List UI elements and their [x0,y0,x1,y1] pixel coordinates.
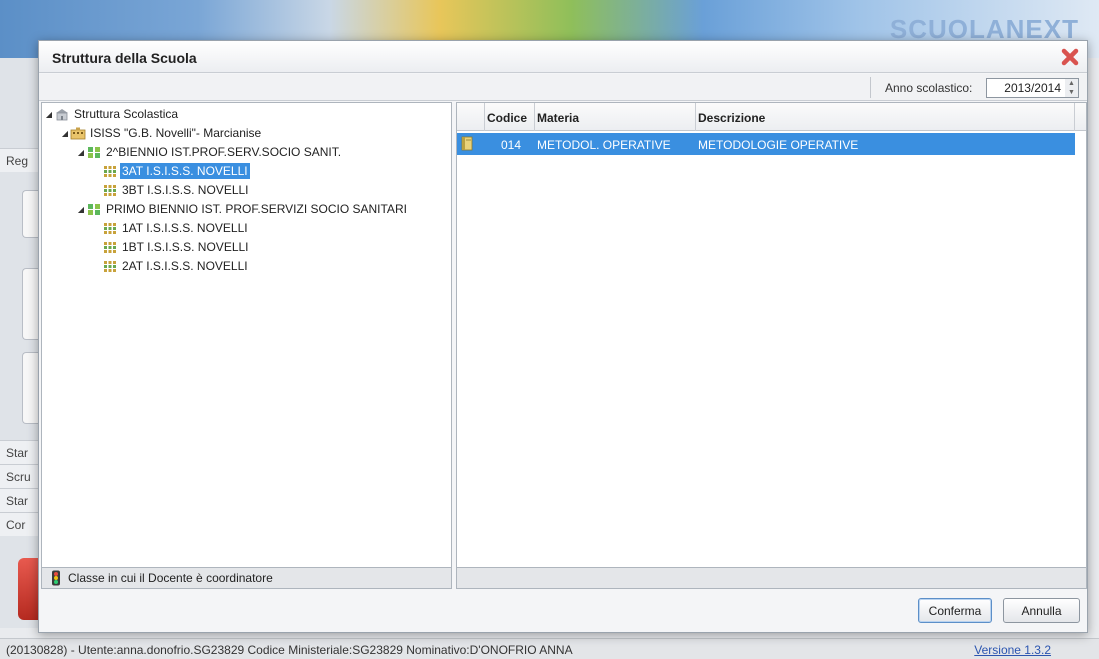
course-icon [86,202,102,216]
expand-arrow-icon[interactable]: ◢ [44,110,54,119]
background-tab[interactable]: Reg [0,148,40,172]
traffic-light-icon [50,570,62,586]
status-text: (20130828) - Utente:anna.donofrio.SG2382… [6,643,573,657]
tree-node-label: Struttura Scolastica [74,107,179,121]
column-header-descrizione[interactable]: Descrizione [696,103,1075,131]
spinner-up-icon[interactable]: ▲ [1068,80,1075,87]
tree-node-class[interactable]: 1AT I.S.I.S.S. NOVELLI [102,219,250,237]
tree-node-label: PRIMO BIENNIO IST. PROF.SERVIZI SOCIO SA… [106,202,407,216]
cell-descrizione: METODOLOGIE OPERATIVE [698,138,859,152]
coordinator-legend: Classe in cui il Docente è coordinatore [41,567,452,589]
school-year-label: Anno scolastico: [885,81,973,95]
table-footer [456,567,1087,589]
school-year-spinner[interactable]: ▲ ▼ [1065,78,1079,98]
spinner-down-icon[interactable]: ▼ [1068,89,1075,96]
column-header-codice[interactable]: Codice [485,103,535,131]
table-header: Codice Materia Descrizione [457,103,1086,131]
tree-node-label: ISISS "G.B. Novelli"- Marcianise [90,126,262,140]
tree-node-class-selected[interactable]: 3AT I.S.I.S.S. NOVELLI [102,162,250,180]
course-icon [86,145,102,159]
tree-node-class[interactable]: 2AT I.S.I.S.S. NOVELLI [102,257,250,275]
background-tab[interactable]: Cor [0,512,40,536]
column-header-materia[interactable]: Materia [535,103,696,131]
class-icon [102,221,118,235]
tree-node-class[interactable]: 3BT I.S.I.S.S. NOVELLI [102,181,251,199]
cell-codice: 014 [500,138,522,152]
background-tab[interactable]: Scru [0,464,40,488]
table-row[interactable]: 014 METODOL. OPERATIVE METODOLOGIE OPERA… [457,133,1075,155]
background-red-button [18,558,40,620]
class-icon [102,164,118,178]
close-icon[interactable] [1059,46,1081,68]
dialog-title: Struttura della Scuola [39,41,1087,73]
class-icon [102,259,118,273]
tree-node-label: 2^BIENNIO IST.PROF.SERV.SOCIO SANIT. [106,145,342,159]
tree-node-course[interactable]: ◢ 2^BIENNIO IST.PROF.SERV.SOCIO SANIT. [76,143,343,161]
tree-node-label: 2AT I.S.I.S.S. NOVELLI [122,259,248,273]
tree-node-label: 3AT I.S.I.S.S. NOVELLI [120,163,250,179]
structure-tree[interactable]: ◢ Struttura Scolastica ◢ ISISS "G.B. Nov… [41,102,452,589]
divider [870,77,871,98]
tree-node-class[interactable]: 1BT I.S.I.S.S. NOVELLI [102,238,251,256]
school-building-icon [54,107,70,121]
expand-arrow-icon[interactable]: ◢ [60,129,70,138]
cancel-button[interactable]: Annulla [1003,598,1080,623]
expand-arrow-icon[interactable]: ◢ [76,148,86,157]
tree-node-label: 1AT I.S.I.S.S. NOVELLI [122,221,248,235]
background-tab[interactable]: Star [0,488,40,512]
tree-node-label: 1BT I.S.I.S.S. NOVELLI [122,240,249,254]
subjects-table: Codice Materia Descrizione 014 METODOL. … [456,102,1087,589]
school-year-bar: Anno scolastico: ▲ ▼ [39,74,1087,101]
column-header-icon[interactable] [457,103,485,131]
class-icon [102,183,118,197]
confirm-button[interactable]: Conferma [918,598,992,623]
cell-materia: METODOL. OPERATIVE [537,138,671,152]
tree-node-institute[interactable]: ◢ ISISS "G.B. Novelli"- Marcianise [60,124,263,142]
status-bar: (20130828) - Utente:anna.donofrio.SG2382… [0,638,1099,659]
school-structure-dialog: Struttura della Scuola Anno scolastico: … [38,40,1088,633]
legend-text: Classe in cui il Docente è coordinatore [68,571,273,585]
tree-node-root[interactable]: ◢ Struttura Scolastica [44,105,180,123]
book-icon [461,136,474,154]
background-side-panel [0,58,40,628]
school-year-input[interactable] [986,78,1066,98]
expand-arrow-icon[interactable]: ◢ [76,205,86,214]
institute-icon [70,126,86,140]
version-link[interactable]: Versione 1.3.2 [974,643,1051,657]
tree-node-label: 3BT I.S.I.S.S. NOVELLI [122,183,249,197]
class-icon [102,240,118,254]
tree-node-course[interactable]: ◢ PRIMO BIENNIO IST. PROF.SERVIZI SOCIO … [76,200,409,218]
background-tab[interactable]: Star [0,440,40,464]
